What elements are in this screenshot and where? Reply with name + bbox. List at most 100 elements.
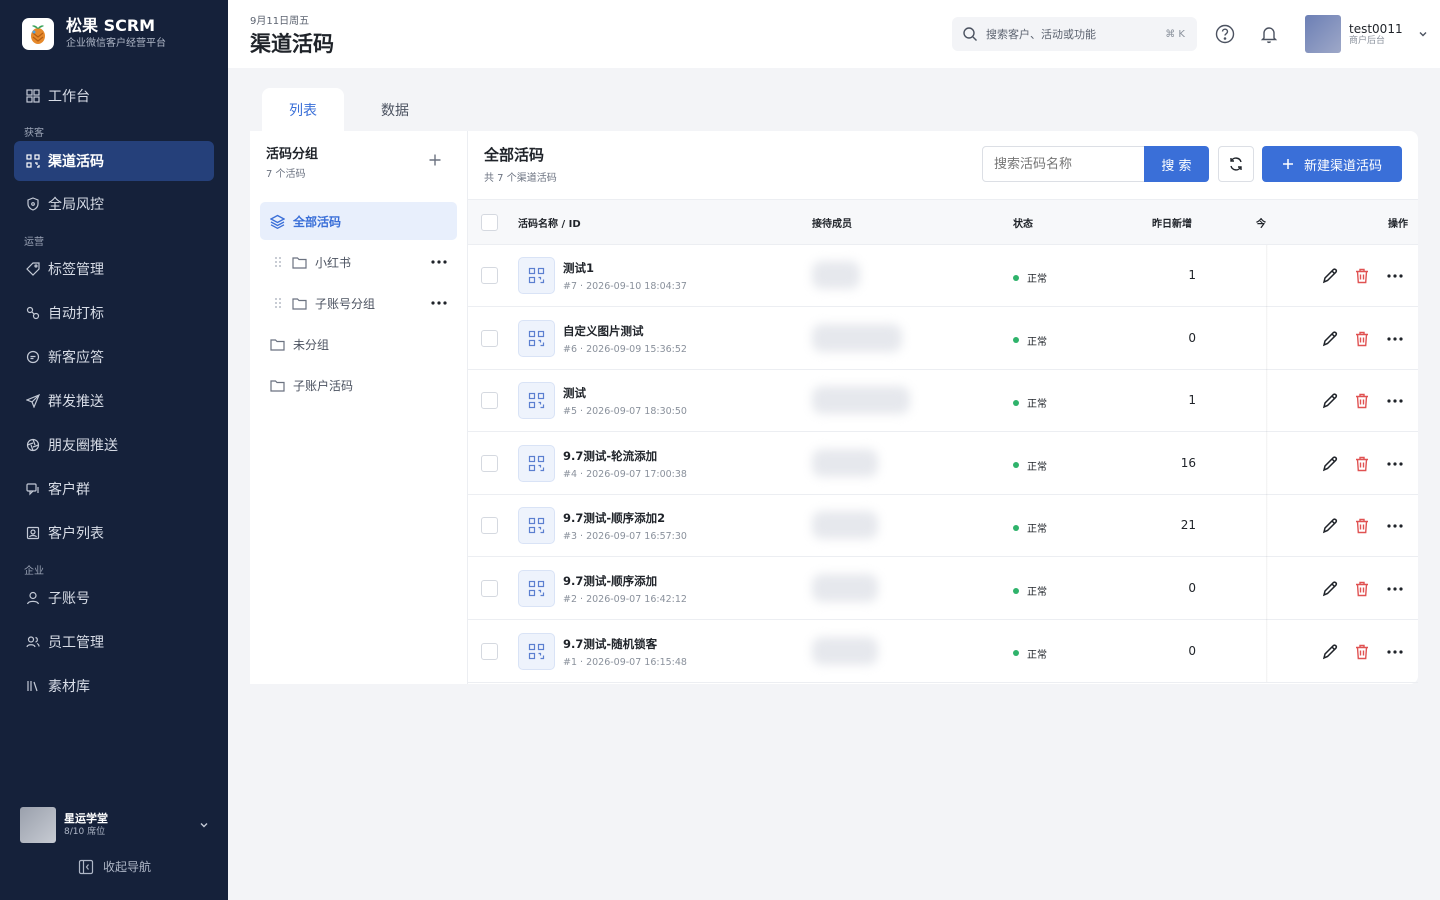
row-qrcode-thumb[interactable] xyxy=(518,632,555,670)
new-channel-code-button[interactable]: 新建渠道活码 xyxy=(1262,146,1402,182)
edit-button[interactable] xyxy=(1320,579,1340,599)
drag-handle-icon[interactable] xyxy=(274,256,282,268)
group-item-all[interactable]: 全部活码 xyxy=(260,202,457,240)
code-search-input[interactable] xyxy=(982,146,1145,182)
row-checkbox[interactable] xyxy=(481,454,498,472)
sidebar-item-auto-tag[interactable]: 自动打标 xyxy=(14,293,214,333)
more-actions-button[interactable] xyxy=(1385,642,1405,662)
row-name[interactable]: 9.7测试-顺序添加2 xyxy=(563,510,665,526)
sidebar-item-channel-code[interactable]: 渠道活码 xyxy=(14,141,214,181)
select-all-checkbox[interactable] xyxy=(481,214,498,231)
edit-button[interactable] xyxy=(1320,329,1340,349)
search-button[interactable]: 搜 索 xyxy=(1144,146,1209,182)
more-actions-button[interactable] xyxy=(1385,329,1405,349)
org-avatar xyxy=(20,807,56,843)
group-label: 小红书 xyxy=(315,255,352,270)
row-qrcode-thumb[interactable] xyxy=(518,319,555,357)
table-row[interactable]: 9.7测试-随机锁客 #1 · 2026-09-07 16:15:48 正常 0 xyxy=(468,621,1418,683)
status-dot xyxy=(1013,274,1019,281)
delete-button[interactable] xyxy=(1352,642,1372,662)
sidebar-item-sub-accounts[interactable]: 子账号 xyxy=(14,578,214,618)
row-checkbox[interactable] xyxy=(481,642,498,660)
row-checkbox[interactable] xyxy=(481,329,498,347)
table-row[interactable]: 9.7测试-轮流添加 #4 · 2026-09-07 17:00:38 正常 16 xyxy=(468,433,1418,495)
edit-button[interactable] xyxy=(1320,266,1340,286)
sidebar-item-risk[interactable]: 全局风控 xyxy=(14,184,214,224)
status-dot xyxy=(1013,399,1019,406)
group-item-xiaohongshu[interactable]: 小红书 xyxy=(260,243,457,281)
more-actions-button[interactable] xyxy=(1385,391,1405,411)
row-status: 正常 xyxy=(1013,583,1047,598)
table-row[interactable]: 9.7测试-顺序添加 #2 · 2026-09-07 16:42:12 正常 0 xyxy=(468,558,1418,620)
group-item-ungrouped[interactable]: 未分组 xyxy=(260,325,457,363)
refresh-button[interactable] xyxy=(1218,146,1254,182)
edit-button[interactable] xyxy=(1320,454,1340,474)
row-name[interactable]: 9.7测试-随机锁客 xyxy=(563,636,657,652)
row-name[interactable]: 测试1 xyxy=(563,260,594,276)
sidebar-item-broadcast[interactable]: 群发推送 xyxy=(14,381,214,421)
edit-icon xyxy=(1322,393,1338,409)
tab-data[interactable]: 数据 xyxy=(354,88,436,131)
sidebar-item-tags[interactable]: 标签管理 xyxy=(14,249,214,289)
sidebar-item-workbench[interactable]: 工作台 xyxy=(14,76,214,116)
row-checkbox[interactable] xyxy=(481,580,498,597)
row-name[interactable]: 自定义图片测试 xyxy=(563,323,644,339)
code-list-panel: 全部活码 共 7 个渠道活码 搜 索 新建渠道活码 活码名称 / ID 接待成员… xyxy=(468,131,1418,684)
search-shortcut: ⌘ K xyxy=(1165,28,1185,40)
row-new-yesterday: 0 xyxy=(1188,330,1196,345)
delete-button[interactable] xyxy=(1352,454,1372,474)
global-search[interactable]: 搜索客户、活动或功能 ⌘ K xyxy=(952,17,1197,51)
more-actions-button[interactable] xyxy=(1385,579,1405,599)
row-name[interactable]: 9.7测试-顺序添加 xyxy=(563,573,657,589)
edit-button[interactable] xyxy=(1320,642,1340,662)
drag-handle-icon[interactable] xyxy=(274,297,282,309)
bell-icon xyxy=(1260,27,1278,44)
sidebar-item-moments[interactable]: 朋友圈推送 xyxy=(14,425,214,465)
table-row[interactable]: 9.7测试-顺序添加2 #3 · 2026-09-07 16:57:30 正常 21 xyxy=(468,495,1418,558)
table-row[interactable]: 测试 #5 · 2026-09-07 18:30:50 正常 1 xyxy=(468,370,1418,433)
row-qrcode-thumb[interactable] xyxy=(518,444,555,482)
org-switcher[interactable]: 星运学堂 8/10 席位 xyxy=(20,807,210,843)
row-name[interactable]: 测试 xyxy=(563,385,586,401)
tab-list[interactable]: 列表 xyxy=(262,88,344,131)
sidebar-item-customers[interactable]: 客户列表 xyxy=(14,513,214,553)
sidebar-item-staff[interactable]: 员工管理 xyxy=(14,622,214,662)
row-qrcode-thumb[interactable] xyxy=(518,507,555,545)
delete-button[interactable] xyxy=(1352,516,1372,536)
sidebar-item-welcome[interactable]: 新客应答 xyxy=(14,337,214,377)
row-qrcode-thumb[interactable] xyxy=(518,382,555,420)
sidebar-item-customer-groups[interactable]: 客户群 xyxy=(14,469,214,509)
delete-button[interactable] xyxy=(1352,266,1372,286)
contact-icon xyxy=(26,526,40,540)
group-item-sub-account-group[interactable]: 子账号分组 xyxy=(260,284,457,322)
more-icon[interactable] xyxy=(431,260,447,264)
row-new-yesterday: 1 xyxy=(1188,268,1196,282)
row-name[interactable]: 9.7测试-轮流添加 xyxy=(563,448,657,464)
more-actions-button[interactable] xyxy=(1385,454,1405,474)
row-checkbox[interactable] xyxy=(481,267,498,284)
more-icon xyxy=(1387,399,1403,403)
brand[interactable]: 松果 SCRM 企业微信客户经营平台 xyxy=(22,17,166,51)
add-group-button[interactable] xyxy=(428,153,442,167)
row-qrcode-thumb[interactable] xyxy=(518,257,555,294)
more-icon[interactable] xyxy=(431,301,447,305)
sidebar-item-materials[interactable]: 素材库 xyxy=(14,666,214,706)
help-button[interactable] xyxy=(1214,23,1236,45)
row-checkbox[interactable] xyxy=(481,392,498,410)
edit-button[interactable] xyxy=(1320,391,1340,411)
more-actions-button[interactable] xyxy=(1385,266,1405,286)
user-menu[interactable]: test0011 商户后台 xyxy=(1305,15,1429,53)
notifications-button[interactable] xyxy=(1258,23,1280,45)
delete-button[interactable] xyxy=(1352,579,1372,599)
more-actions-button[interactable] xyxy=(1385,516,1405,536)
table-row[interactable]: 自定义图片测试 #6 · 2026-09-09 15:36:52 正常 0 xyxy=(468,308,1418,370)
group-item-sub-account-codes[interactable]: 子账户活码 xyxy=(260,366,457,404)
row-checkbox[interactable] xyxy=(481,517,498,535)
row-qrcode-thumb[interactable] xyxy=(518,570,555,607)
collapse-nav-button[interactable]: 收起导航 xyxy=(78,858,151,875)
table-row[interactable]: 测试1 #7 · 2026-09-10 18:04:37 正常 1 xyxy=(468,245,1418,307)
delete-button[interactable] xyxy=(1352,329,1372,349)
edit-button[interactable] xyxy=(1320,516,1340,536)
sidebar-item-label: 客户群 xyxy=(48,482,90,498)
delete-button[interactable] xyxy=(1352,391,1372,411)
